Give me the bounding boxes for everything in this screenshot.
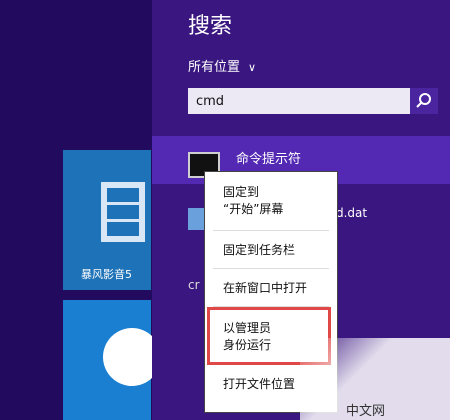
search-box xyxy=(188,88,438,114)
search-input[interactable] xyxy=(188,88,406,114)
tile-sogou[interactable] xyxy=(63,300,161,420)
film-strip-icon xyxy=(101,182,145,242)
search-result-dat[interactable]: d.dat xyxy=(336,206,367,220)
search-button[interactable] xyxy=(410,88,438,114)
menu-open-new-window[interactable]: 在新窗口中打开 xyxy=(223,280,307,297)
chevron-down-icon: ∨ xyxy=(248,61,257,74)
menu-pin-start[interactable]: 固定到 “开始”屏幕 xyxy=(223,184,283,218)
scope-label: 所有位置 xyxy=(188,60,241,75)
menu-separator xyxy=(213,230,329,231)
watermark-text: 中文网 xyxy=(346,404,386,419)
search-result-partial[interactable]: cr xyxy=(188,278,200,292)
tile-baofeng[interactable]: 暴风影音5 xyxy=(63,150,151,290)
menu-separator xyxy=(213,268,329,269)
menu-pin-taskbar[interactable]: 固定到任务栏 xyxy=(223,242,295,259)
tile-label: 暴风影音5 xyxy=(81,268,132,281)
search-title: 搜索 xyxy=(188,14,233,39)
search-icon xyxy=(416,93,431,108)
result-name: 命令提示符 xyxy=(236,152,302,167)
search-scope-dropdown[interactable]: 所有位置 ∨ xyxy=(188,56,256,75)
menu-open-file-location[interactable]: 打开文件位置 xyxy=(223,376,295,393)
